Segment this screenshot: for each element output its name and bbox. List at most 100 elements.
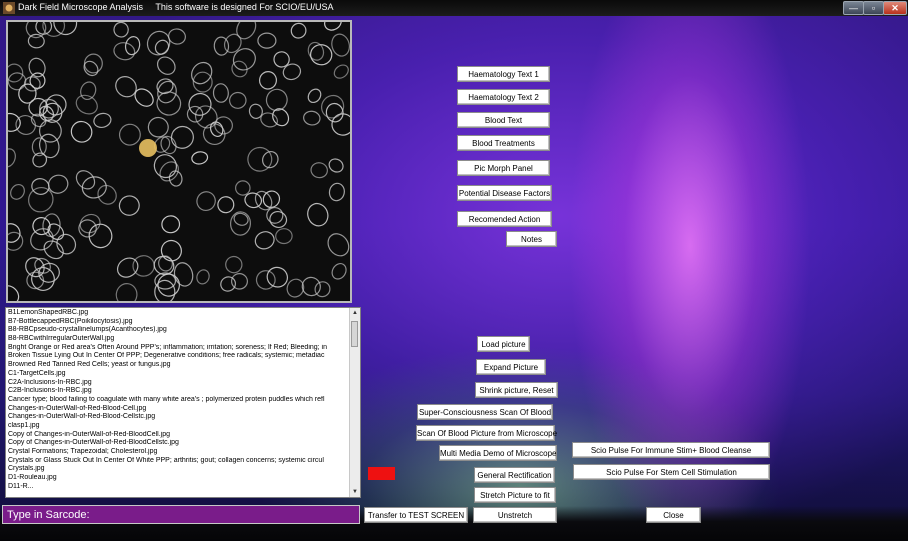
scroll-down-arrow-icon[interactable]: ▼ xyxy=(351,488,359,496)
blood-cell-shape xyxy=(257,32,277,49)
shrink-picture-reset-button[interactable]: Shrink picture, Reset xyxy=(475,382,558,398)
white-cell-shape xyxy=(139,139,157,157)
blood-cell-shape xyxy=(157,273,181,297)
list-item[interactable]: D1-Rouleau.jpg xyxy=(8,474,348,483)
haematology-text-2-button[interactable]: Haematology Text 2 xyxy=(457,89,550,105)
maximize-button[interactable]: ▫ xyxy=(863,1,884,15)
blood-cell-shape xyxy=(290,22,307,39)
list-item[interactable]: B8-RBCwithIrregularOuterWall.jpg xyxy=(8,335,348,344)
minimize-button[interactable]: — xyxy=(843,1,864,15)
blood-cell-shape xyxy=(47,174,69,194)
blood-cell-shape xyxy=(269,211,288,228)
blood-cell-shape xyxy=(307,88,322,104)
stretch-picture-button[interactable]: Stretch Picture to fit xyxy=(474,487,556,503)
blood-cell-shape xyxy=(113,22,129,38)
blood-cell-shape xyxy=(8,231,24,251)
blood-cell-shape xyxy=(196,269,210,285)
blood-cell-shape xyxy=(286,278,305,298)
blood-cell-shape xyxy=(214,116,233,135)
blood-cell-shape xyxy=(331,113,350,136)
list-item[interactable]: B1LemonShapedRBC.jpg xyxy=(8,309,348,318)
blood-cell-shape xyxy=(70,120,93,143)
general-rectification-button[interactable]: General Rectification xyxy=(474,467,555,483)
scroll-up-arrow-icon[interactable]: ▲ xyxy=(351,309,359,317)
sarcode-input[interactable] xyxy=(3,506,359,523)
blood-cell-shape xyxy=(32,152,48,168)
list-item[interactable]: Broken Tissue Lying Out In Center Of PPP… xyxy=(8,352,348,361)
list-item[interactable]: B7-BottlecappedRBC(Poikilocytosis).jpg xyxy=(8,318,348,327)
blood-text-button[interactable]: Blood Text xyxy=(457,112,550,128)
list-item[interactable]: Cancer type; blood failing to coagulate … xyxy=(8,396,348,405)
blood-specimen-image xyxy=(6,20,352,303)
list-item[interactable]: Copy of Changes-in-OuterWall-of-Red-Bloo… xyxy=(8,431,348,440)
list-item[interactable]: C2A-Inclusions-In-RBC.jpg xyxy=(8,379,348,388)
blood-cell-shape xyxy=(328,182,345,202)
red-status-indicator xyxy=(368,467,395,480)
blood-cell-shape xyxy=(8,285,20,301)
pic-morph-panel-button[interactable]: Pic Morph Panel xyxy=(457,160,550,176)
blood-treatments-button[interactable]: Blood Treatments xyxy=(457,135,550,151)
blood-cell-shape xyxy=(191,151,209,165)
list-item[interactable]: clasp1.jpg xyxy=(8,422,348,431)
close-button[interactable]: Close xyxy=(646,507,701,523)
blood-cell-shape xyxy=(28,57,46,78)
list-item[interactable]: Bright Orange or Red area's Often Around… xyxy=(8,344,348,353)
blood-cell-shape xyxy=(223,33,242,54)
blood-cell-shape xyxy=(45,94,67,116)
haematology-text-1-button[interactable]: Haematology Text 1 xyxy=(457,66,550,82)
blood-cell-shape xyxy=(93,112,112,129)
blood-cell-shape xyxy=(212,83,229,103)
blood-cell-shape xyxy=(159,161,179,182)
blood-cell-shape xyxy=(97,184,117,205)
blood-cell-shape xyxy=(324,22,342,31)
blood-cell-shape xyxy=(124,36,141,56)
multi-media-demo-button[interactable]: Multi Media Demo of Microscope xyxy=(439,445,557,461)
blood-cell-shape xyxy=(314,281,331,298)
file-list-items: B1LemonShapedRBC.jpg B7-BottlecappedRBC(P… xyxy=(8,309,348,491)
title-bar[interactable]: Dark Field Microscope Analysis This soft… xyxy=(0,0,908,16)
list-item[interactable]: C1-TargetCells.jpg xyxy=(8,370,348,379)
scio-pulse-stem-cell-button[interactable]: Scio Pulse For Stem Cell Stimulation xyxy=(573,464,770,480)
file-list-scrollbar[interactable]: ▲ ▼ xyxy=(349,308,360,497)
list-item[interactable]: Browned Red Tanned Red Cells; yeast or f… xyxy=(8,361,348,370)
blood-cell-shape xyxy=(247,146,273,172)
list-item[interactable]: Changes-in-OuterWall-of-Red-Blood-Cell.j… xyxy=(8,405,348,414)
list-item[interactable]: Crystal Formations; Trapezoidal; Cholest… xyxy=(8,448,348,457)
blood-cell-shape xyxy=(255,270,276,290)
potential-disease-factors-button[interactable]: Potential Disease Factors xyxy=(457,185,552,201)
list-item[interactable]: D11-R... xyxy=(8,483,348,492)
blood-cell-shape xyxy=(231,272,248,290)
blood-cell-shape xyxy=(8,148,16,168)
blood-cell-shape xyxy=(229,211,252,236)
transfer-to-test-screen-button[interactable]: Transfer to TEST SCREEN xyxy=(364,507,468,523)
picture-file-list[interactable]: B1LemonShapedRBC.jpg B7-BottlecappedRBC(P… xyxy=(5,307,361,498)
load-picture-button[interactable]: Load picture xyxy=(477,336,530,352)
blood-cell-shape xyxy=(8,112,21,132)
list-item[interactable]: Copy of Changes-in-OuterWall-of-Red-Bloo… xyxy=(8,439,348,448)
list-item[interactable]: C2B-Inclusions-In-RBC.jpg xyxy=(8,387,348,396)
blood-cell-shape xyxy=(333,64,349,79)
blood-cell-shape xyxy=(254,231,275,250)
close-window-button[interactable]: ✕ xyxy=(883,1,907,15)
list-item[interactable]: Crystals or Glass Stuck Out In Center Of… xyxy=(8,457,348,466)
app-window: Dark Field Microscope Analysis This soft… xyxy=(0,0,908,541)
recomended-action-button[interactable]: Recomended Action xyxy=(457,211,552,227)
blood-cell-shape xyxy=(156,56,176,75)
scroll-thumb[interactable] xyxy=(351,321,358,347)
list-item[interactable]: Changes-in-OuterWall-of-Red-Blood-Cellst… xyxy=(8,413,348,422)
expand-picture-button[interactable]: Expand Picture xyxy=(476,359,546,375)
scan-blood-picture-microscope-button[interactable]: Scan Of Blood Picture from Microscope xyxy=(416,425,557,441)
blood-cell-shape xyxy=(266,266,289,288)
notes-button[interactable]: Notes xyxy=(506,231,557,247)
blood-cell-shape xyxy=(217,196,235,214)
list-item[interactable]: Crystals.jpg xyxy=(8,465,348,474)
sarcode-input-box xyxy=(2,505,360,524)
blood-cell-shape xyxy=(78,219,97,238)
super-consciousness-scan-button[interactable]: Super-Consciousness Scan Of Blood xyxy=(417,404,553,420)
blood-cell-shape xyxy=(275,228,293,245)
blood-cell-shape xyxy=(10,183,25,200)
scio-pulse-immune-button[interactable]: Scio Pulse For Immune Stim+ Blood Cleans… xyxy=(572,442,770,458)
blood-cell-shape xyxy=(188,92,212,116)
unstretch-button[interactable]: Unstretch xyxy=(473,507,557,523)
list-item[interactable]: B8-RBCpseudo-crystallinelumps(Acanthocyt… xyxy=(8,326,348,335)
